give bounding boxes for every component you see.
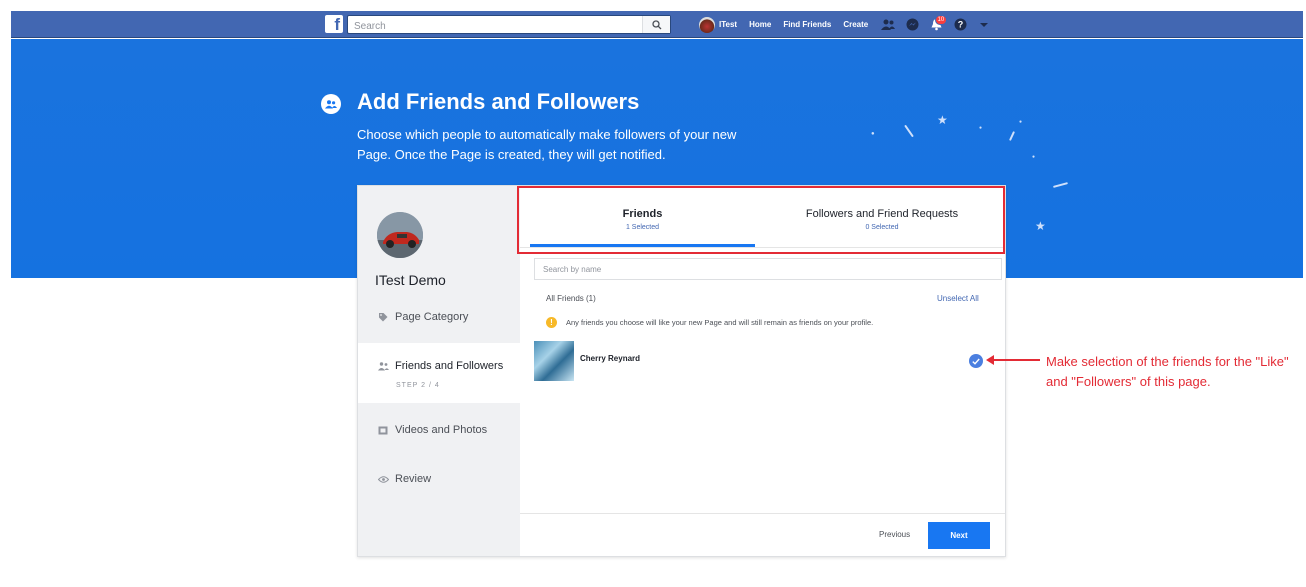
friend-search-input[interactable] — [535, 259, 1001, 280]
page-title: Add Friends and Followers — [357, 89, 640, 114]
svg-text:?: ? — [957, 20, 963, 30]
friend-avatar[interactable] — [534, 341, 574, 381]
notification-badge: 10 — [934, 14, 948, 25]
friend-requests-icon[interactable] — [880, 17, 896, 33]
annotation-arrow — [990, 359, 1040, 361]
previous-button[interactable]: Previous — [879, 530, 910, 539]
friend-name[interactable]: Cherry Reynard — [580, 354, 640, 363]
decor-dot: ● — [871, 131, 875, 137]
nav-profile-link[interactable]: ITest — [719, 20, 737, 29]
decor-stroke — [1008, 131, 1016, 141]
decor-stroke — [1052, 182, 1069, 188]
friend-search — [534, 258, 1002, 280]
selected-check-icon[interactable] — [969, 354, 983, 368]
decor-dot: ● — [979, 125, 983, 131]
page-avatar[interactable] — [377, 212, 423, 258]
step-label: Review — [395, 473, 432, 485]
decor-stroke — [904, 124, 914, 138]
nav-home-link[interactable]: Home — [749, 20, 771, 29]
setup-sidebar: ITest Demo Page Category Friends and Fol… — [358, 186, 520, 556]
user-avatar[interactable] — [699, 16, 715, 33]
step-friends-and-followers[interactable]: Friends and Followers — [358, 343, 520, 403]
unselect-all-link[interactable]: Unselect All — [937, 294, 979, 303]
decor-star-icon: ★ — [937, 113, 948, 127]
friends-group-icon — [321, 94, 341, 114]
step-label: Page Category — [395, 311, 469, 323]
notifications-icon[interactable]: 10 — [928, 14, 948, 33]
friends-notice: ! Any friends you choose will like your … — [546, 317, 873, 328]
global-search — [347, 15, 671, 35]
nav-right: ITest Home Find Friends Create 10 ? — [699, 11, 1000, 38]
nav-create-link[interactable]: Create — [843, 20, 868, 29]
account-menu-chevron-down-icon[interactable] — [976, 17, 992, 33]
footer-divider — [520, 513, 1005, 514]
step-label: Videos and Photos — [395, 424, 488, 436]
decor-dot: ● — [1019, 119, 1023, 125]
messenger-icon[interactable] — [904, 17, 920, 33]
decor-star-icon: ★ — [1035, 219, 1046, 233]
step-videos-and-photos[interactable]: Videos and Photos — [358, 419, 520, 441]
step-label: Friends and Followers — [395, 360, 504, 372]
friends-icon — [377, 360, 389, 372]
page-name: ITest Demo — [375, 272, 446, 288]
global-search-input[interactable] — [348, 18, 638, 35]
notice-text: Any friends you choose will like your ne… — [566, 318, 874, 327]
video-icon — [377, 424, 389, 436]
step-page-category[interactable]: Page Category — [358, 306, 520, 328]
nav-find-friends-link[interactable]: Find Friends — [783, 20, 831, 29]
step-review[interactable]: Review — [358, 468, 520, 490]
top-nav-bar: f ITest Home Find Friends Create 10 ? — [11, 11, 1303, 38]
page-description: Choose which people to automatically mak… — [357, 127, 737, 162]
all-friends-heading: All Friends (1) — [546, 294, 596, 303]
annotation-text: Make selection of the friends for the "L… — [1046, 354, 1289, 389]
tag-icon — [377, 311, 389, 323]
decor-dot: ● — [1032, 154, 1036, 160]
tabs-highlight-box — [517, 186, 1005, 254]
search-icon[interactable] — [642, 16, 670, 33]
next-button[interactable]: Next — [928, 522, 990, 549]
eye-icon — [377, 473, 389, 485]
step-progress: STEP 2 / 4 — [396, 382, 440, 389]
facebook-logo[interactable]: f — [325, 15, 343, 33]
help-icon[interactable]: ? — [952, 17, 968, 33]
warning-icon: ! — [546, 317, 557, 328]
